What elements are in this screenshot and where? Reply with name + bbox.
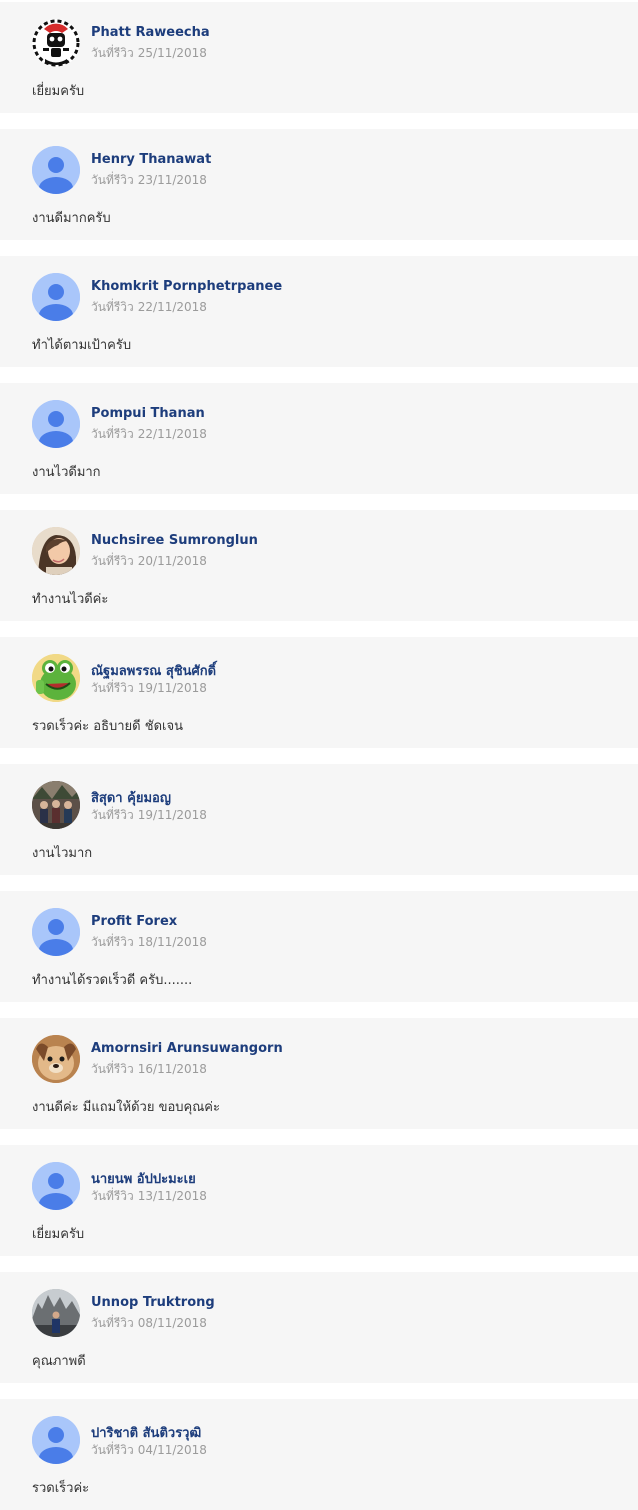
review-card: Henry Thanawat วันที่รีวิว 23/11/2018 งาน… bbox=[0, 129, 638, 240]
review-date-label: วันที่รีวิว bbox=[91, 681, 134, 695]
review-date-value: 18/11/2018 bbox=[137, 935, 207, 949]
review-date: วันที่รีวิว 22/11/2018 bbox=[91, 425, 207, 444]
review-date-label: วันที่รีวิว bbox=[91, 173, 134, 187]
landmark-photo-avatar[interactable] bbox=[32, 1289, 80, 1337]
review-date-value: 04/11/2018 bbox=[137, 1443, 207, 1457]
user-icon bbox=[32, 1162, 80, 1210]
reviewer-name[interactable]: สิสุดา คุ้ยมอญ bbox=[91, 787, 171, 808]
default-avatar[interactable] bbox=[32, 273, 80, 321]
review-date-value: 16/11/2018 bbox=[137, 1062, 207, 1076]
review-date: วันที่รีวิว 08/11/2018 bbox=[91, 1314, 207, 1333]
review-date-label: วันที่รีวิว bbox=[91, 1189, 134, 1203]
reviewer-name[interactable]: Henry Thanawat bbox=[91, 152, 211, 167]
review-date-value: 13/11/2018 bbox=[137, 1189, 207, 1203]
review-date: วันที่รีวิว 19/11/2018 bbox=[91, 806, 207, 825]
default-avatar[interactable] bbox=[32, 1162, 80, 1210]
review-date: วันที่รีวิว 04/11/2018 bbox=[91, 1441, 207, 1460]
default-avatar[interactable] bbox=[32, 1416, 80, 1464]
review-card: Khomkrit Pornphetrpanee วันที่รีวิว 22/11… bbox=[0, 256, 638, 367]
portrait-photo-icon bbox=[32, 527, 80, 575]
review-date-label: วันที่รีวิว bbox=[91, 554, 134, 568]
user-icon bbox=[32, 273, 80, 321]
review-text: ทำงานไวดีค่ะ bbox=[32, 592, 109, 607]
default-avatar[interactable] bbox=[32, 908, 80, 956]
review-text: งานดีมากครับ bbox=[32, 211, 111, 226]
review-date-value: 23/11/2018 bbox=[137, 173, 207, 187]
review-date-value: 19/11/2018 bbox=[137, 681, 207, 695]
review-card: Profit Forex วันที่รีวิว 18/11/2018 ทำงาน… bbox=[0, 891, 638, 1002]
frog-icon bbox=[32, 654, 80, 702]
reviewer-name[interactable]: Unnop Truktrong bbox=[91, 1295, 215, 1310]
review-card: ปาริชาติ สันติวรวุฒิ วันที่รีวิว 04/11/20… bbox=[0, 1399, 638, 1510]
review-card: Phatt Raweecha วันที่รีวิว 25/11/2018 เยี… bbox=[0, 2, 638, 113]
reviewer-name[interactable]: Phatt Raweecha bbox=[91, 25, 210, 40]
review-card: นายนพ อัปปะมะเย วันที่รีวิว 13/11/2018 เย… bbox=[0, 1145, 638, 1256]
review-date-label: วันที่รีวิว bbox=[91, 1062, 134, 1076]
review-text: ทำได้ตามเป้าครับ bbox=[32, 338, 132, 353]
review-date: วันที่รีวิว 13/11/2018 bbox=[91, 1187, 207, 1206]
review-date-value: 19/11/2018 bbox=[137, 808, 207, 822]
group-photo-icon bbox=[32, 781, 80, 829]
review-date-value: 22/11/2018 bbox=[137, 427, 207, 441]
robot-avatar[interactable] bbox=[32, 19, 80, 67]
review-date-label: วันที่รีวิว bbox=[91, 46, 134, 60]
review-text: งานดีค่ะ มีแถมให้ด้วย ขอบคุณค่ะ bbox=[32, 1100, 220, 1115]
reviewer-name[interactable]: ณัฐมลพรรณ สุชินศักดิ์ bbox=[91, 660, 216, 681]
cartoon-frog-avatar[interactable] bbox=[32, 654, 80, 702]
dog-avatar[interactable] bbox=[32, 1035, 80, 1083]
review-date: วันที่รีวิว 25/11/2018 bbox=[91, 44, 207, 63]
review-date-label: วันที่รีวิว bbox=[91, 300, 134, 314]
reviewer-name[interactable]: Khomkrit Pornphetrpanee bbox=[91, 279, 282, 294]
group-photo-avatar[interactable] bbox=[32, 781, 80, 829]
review-date: วันที่รีวิว 20/11/2018 bbox=[91, 552, 207, 571]
review-date: วันที่รีวิว 22/11/2018 bbox=[91, 298, 207, 317]
reviewer-name[interactable]: ปาริชาติ สันติวรวุฒิ bbox=[91, 1422, 201, 1443]
review-card: Unnop Truktrong วันที่รีวิว 08/11/2018 คุ… bbox=[0, 1272, 638, 1383]
review-text: งานไวดีมาก bbox=[32, 465, 101, 480]
reviewer-name[interactable]: Profit Forex bbox=[91, 914, 177, 929]
landmark-photo-icon bbox=[32, 1289, 80, 1337]
user-icon bbox=[32, 146, 80, 194]
review-list: Phatt Raweecha วันที่รีวิว 25/11/2018 เยี… bbox=[0, 0, 638, 1510]
dog-icon bbox=[32, 1035, 80, 1083]
review-date-value: 22/11/2018 bbox=[137, 300, 207, 314]
review-date-value: 25/11/2018 bbox=[137, 46, 207, 60]
review-date-value: 08/11/2018 bbox=[137, 1316, 207, 1330]
review-card: Pompui Thanan วันที่รีวิว 22/11/2018 งานไ… bbox=[0, 383, 638, 494]
review-text: รวดเร็วค่ะ อธิบายดี ชัดเจน bbox=[32, 719, 183, 734]
review-text: คุณภาพดี bbox=[32, 1354, 86, 1369]
review-date-label: วันที่รีวิว bbox=[91, 808, 134, 822]
portrait-woman-avatar[interactable] bbox=[32, 527, 80, 575]
user-icon bbox=[32, 1416, 80, 1464]
review-card: Nuchsiree Sumronglun วันที่รีวิว 20/11/20… bbox=[0, 510, 638, 621]
review-date-label: วันที่รีวิว bbox=[91, 1443, 134, 1457]
review-date: วันที่รีวิว 19/11/2018 bbox=[91, 679, 207, 698]
review-text: งานไวมาก bbox=[32, 846, 93, 861]
user-icon bbox=[32, 908, 80, 956]
review-text: เยี่ยมครับ bbox=[32, 84, 85, 99]
reviewer-name[interactable]: Nuchsiree Sumronglun bbox=[91, 533, 258, 548]
review-card: สิสุดา คุ้ยมอญ วันที่รีวิว 19/11/2018 งาน… bbox=[0, 764, 638, 875]
review-date-label: วันที่รีวิว bbox=[91, 1316, 134, 1330]
user-icon bbox=[32, 400, 80, 448]
review-text: เยี่ยมครับ bbox=[32, 1227, 85, 1242]
reviewer-name[interactable]: Pompui Thanan bbox=[91, 406, 205, 421]
reviewer-name[interactable]: Amornsiri Arunsuwangorn bbox=[91, 1041, 283, 1056]
robot-icon bbox=[32, 19, 80, 67]
review-text: รวดเร็วค่ะ bbox=[32, 1481, 90, 1496]
review-text: ทำงานได้รวดเร็วดี ครับ....... bbox=[32, 973, 193, 988]
review-date-value: 20/11/2018 bbox=[137, 554, 207, 568]
review-date-label: วันที่รีวิว bbox=[91, 935, 134, 949]
review-date: วันที่รีวิว 16/11/2018 bbox=[91, 1060, 207, 1079]
review-card: Amornsiri Arunsuwangorn วันที่รีวิว 16/11… bbox=[0, 1018, 638, 1129]
review-date: วันที่รีวิว 18/11/2018 bbox=[91, 933, 207, 952]
review-date-label: วันที่รีวิว bbox=[91, 427, 134, 441]
reviewer-name[interactable]: นายนพ อัปปะมะเย bbox=[91, 1168, 196, 1189]
review-card: ณัฐมลพรรณ สุชินศักดิ์ วันที่รีวิว 19/11/2… bbox=[0, 637, 638, 748]
default-avatar[interactable] bbox=[32, 400, 80, 448]
review-date: วันที่รีวิว 23/11/2018 bbox=[91, 171, 207, 190]
default-avatar[interactable] bbox=[32, 146, 80, 194]
